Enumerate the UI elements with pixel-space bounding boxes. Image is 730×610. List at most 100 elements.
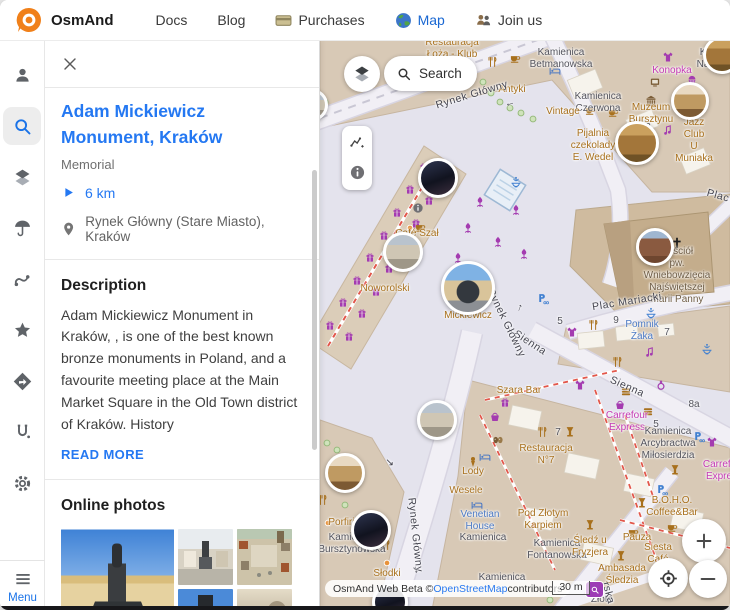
map-poi-icon: [615, 550, 627, 562]
map-poi-icon: [365, 253, 375, 263]
map-poi-icon: [706, 436, 718, 448]
map-photo-marker[interactable]: [417, 400, 457, 440]
sidebar-item-search[interactable]: [3, 107, 41, 145]
map-poi-icon: [424, 196, 434, 206]
navbar-item-icon: [475, 12, 492, 29]
plus-icon: [693, 530, 715, 552]
navbar-item-join-us[interactable]: Join us: [475, 12, 542, 29]
menu-icon: [13, 569, 33, 589]
map-poi-icon: [479, 78, 488, 87]
place-category: Memorial: [61, 157, 303, 172]
map-poi-icon: [371, 287, 381, 297]
altitude-track-button[interactable]: [346, 133, 368, 155]
zoom-in-button[interactable]: [682, 519, 726, 563]
navbar-item-label: Docs: [156, 12, 188, 28]
panel-scrollbar[interactable]: [312, 170, 317, 450]
read-more-button[interactable]: READ MORE: [61, 447, 144, 462]
map-photo-marker[interactable]: [383, 232, 423, 272]
map-search-button[interactable]: Search: [384, 56, 477, 91]
map-poi-icon: [506, 104, 515, 113]
description-heading: Description: [61, 277, 303, 295]
sidebar-item-settings[interactable]: [3, 464, 41, 502]
map-poi-icon: [517, 109, 526, 118]
navbar-item-docs[interactable]: Docs: [156, 12, 188, 28]
openstreetmap-link[interactable]: OpenStreetMap: [433, 583, 507, 595]
map-poi-icon: [584, 519, 596, 531]
sidebar-item-icon: [12, 473, 33, 494]
locate-me-button[interactable]: [648, 558, 688, 598]
attribution-prefix: OsmAnd Web Beta ©: [333, 583, 433, 595]
map-poi-icon: [414, 221, 426, 233]
sidebar-item-icon: [12, 422, 33, 443]
sidebar-item-icon: [12, 218, 33, 239]
map-poi-icon: [529, 115, 538, 124]
close-panel-button[interactable]: [55, 49, 85, 79]
map-poi-icon: [357, 309, 367, 319]
sidebar-items: [3, 56, 41, 515]
sidebar-item-configure-map[interactable]: [3, 158, 41, 196]
search-icon: [396, 66, 412, 82]
brand-name: OsmAnd: [51, 12, 114, 29]
distance-row[interactable]: 6 km: [61, 185, 303, 201]
map-poi-icon: [566, 326, 578, 338]
camera-search-icon: [590, 585, 600, 595]
photo-thumbnail[interactable]: [237, 529, 292, 585]
map-photo-marker[interactable]: [418, 158, 458, 198]
navbar-item-icon: [395, 12, 412, 29]
map-poi-icon: [496, 98, 505, 107]
zoom-out-button[interactable]: [689, 560, 727, 598]
top-navbar: OsmAnd Docs Blog Purchases Map Join u: [0, 0, 730, 41]
sidebar-item-plan-route[interactable]: [3, 413, 41, 451]
photo-thumbnail[interactable]: [61, 529, 174, 610]
osmand-web-app: OsmAnd Docs Blog Purchases Map Join u: [0, 0, 730, 610]
navbar-item-blog[interactable]: Blog: [217, 12, 245, 28]
map-poi-icon: [574, 379, 586, 391]
map-poi-icon: [549, 65, 561, 77]
map-poi-icon: [392, 208, 402, 218]
locate-icon: [658, 568, 679, 589]
map-poi-icon: [341, 501, 350, 510]
sidebar-item-tracks[interactable]: [3, 260, 41, 298]
divider: [45, 479, 319, 480]
navbar-item-map[interactable]: Map: [395, 12, 445, 29]
map-poi-icon: [627, 526, 639, 538]
map-photo-marker[interactable]: [671, 82, 709, 120]
sidebar-menu-button[interactable]: Menu: [0, 560, 45, 604]
info-icon: [349, 164, 366, 181]
map-tools-panel: [342, 126, 372, 190]
left-icon-rail: Menu: [0, 40, 45, 610]
photo-grid: [61, 529, 303, 610]
map-poi-icon: [655, 379, 667, 391]
photo-thumbnail[interactable]: [178, 529, 233, 585]
menu-label: Menu: [8, 592, 37, 604]
sidebar-item-account[interactable]: [3, 56, 41, 94]
close-icon: [60, 54, 80, 74]
map-photo-marker[interactable]: [351, 510, 391, 550]
address-value: Rynek Główny (Stare Miasto), Kraków: [85, 214, 303, 244]
navbar-items: Docs Blog Purchases Map Join us: [156, 12, 543, 29]
sidebar-item-favorites[interactable]: [3, 311, 41, 349]
map-poi-icon: [412, 202, 424, 214]
map-poi-icon: [620, 386, 632, 398]
map-poi-icon: [324, 519, 333, 528]
map-photo-marker[interactable]: [615, 121, 659, 165]
map-canvas[interactable]: Restauracja Łoża - KlubKamienica Betmano…: [320, 40, 730, 610]
brand[interactable]: OsmAnd: [16, 7, 114, 33]
map-poi-icon: [405, 185, 415, 195]
map-photo-marker[interactable]: [441, 261, 495, 315]
map-photo-marker[interactable]: [636, 228, 674, 266]
map-photo-marker[interactable]: [325, 453, 365, 493]
distance-value: 6 km: [85, 185, 115, 201]
map-poi-icon: [614, 399, 626, 411]
navbar-item-purchases[interactable]: Purchases: [275, 12, 364, 29]
map-poi-icon: [669, 464, 681, 476]
map-poi-icon: [693, 431, 705, 443]
sidebar-item-weather[interactable]: [3, 209, 41, 247]
map-layers-button[interactable]: [344, 56, 380, 92]
sidebar-item-navigation[interactable]: [3, 362, 41, 400]
map-poi-icon: [509, 52, 521, 64]
map-info-button[interactable]: [346, 161, 368, 183]
map-poi-icon: [352, 276, 362, 286]
window-bottom-edge: [0, 606, 730, 610]
map-poi-icon: [564, 426, 576, 438]
